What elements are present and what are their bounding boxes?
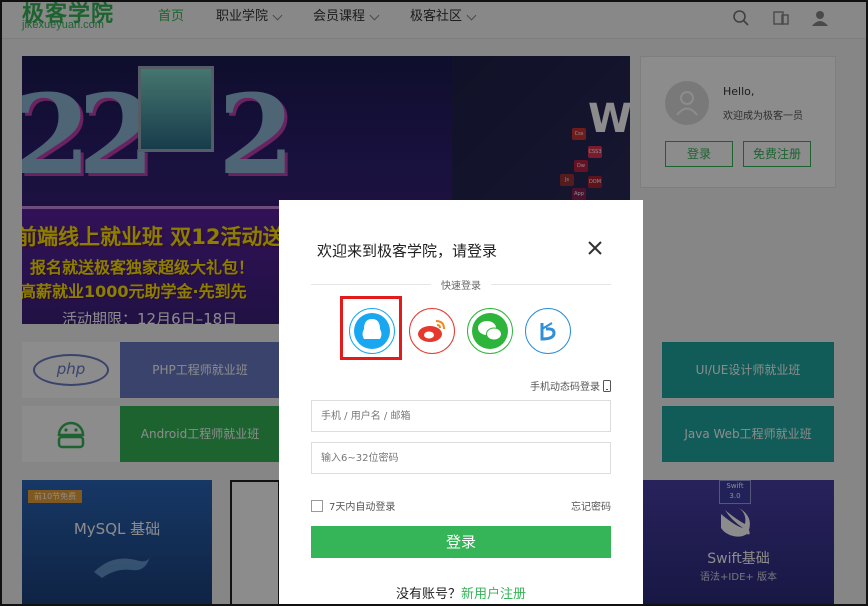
remember-me[interactable]: 7天内自动登录: [311, 498, 395, 513]
weibo-icon: [418, 320, 445, 342]
login-button[interactable]: 登录: [311, 526, 611, 558]
register-link[interactable]: 新用户注册: [461, 587, 526, 602]
login-modal: 欢迎来到极客学院，请登录 快速登录 手机动态码登录 7天内自动登录 忘记密码: [279, 200, 643, 604]
wechat-login-button[interactable]: [467, 308, 513, 354]
no-account-text: 没有账号？: [395, 587, 461, 602]
close-icon[interactable]: [585, 238, 605, 258]
phone-code-login-label: 手机动态码登录: [530, 382, 600, 393]
password-input[interactable]: [311, 442, 611, 474]
mobile-phone-icon: [603, 379, 611, 392]
remember-label: 7天内自动登录: [329, 502, 396, 513]
browser-frame: 极客学院 jikexueyuan.com 首页 职业学院 会员课程 极客社区 2…: [0, 0, 868, 606]
username-input[interactable]: [311, 400, 611, 432]
register-prompt: 没有账号？新用户注册: [279, 583, 643, 602]
quick-login-label: 快速登录: [441, 281, 481, 292]
tencent-weibo-icon: [530, 313, 566, 349]
wechat-icon: [472, 313, 508, 349]
remember-checkbox[interactable]: [311, 499, 323, 512]
forgot-password-link[interactable]: 忘记密码: [571, 498, 611, 513]
highlight-box: [340, 296, 402, 360]
other-login-button[interactable]: [525, 308, 571, 354]
weibo-login-button[interactable]: [409, 308, 455, 354]
modal-title: 欢迎来到极客学院，请登录: [317, 242, 498, 260]
phone-code-login-link[interactable]: 手机动态码登录: [530, 378, 611, 393]
